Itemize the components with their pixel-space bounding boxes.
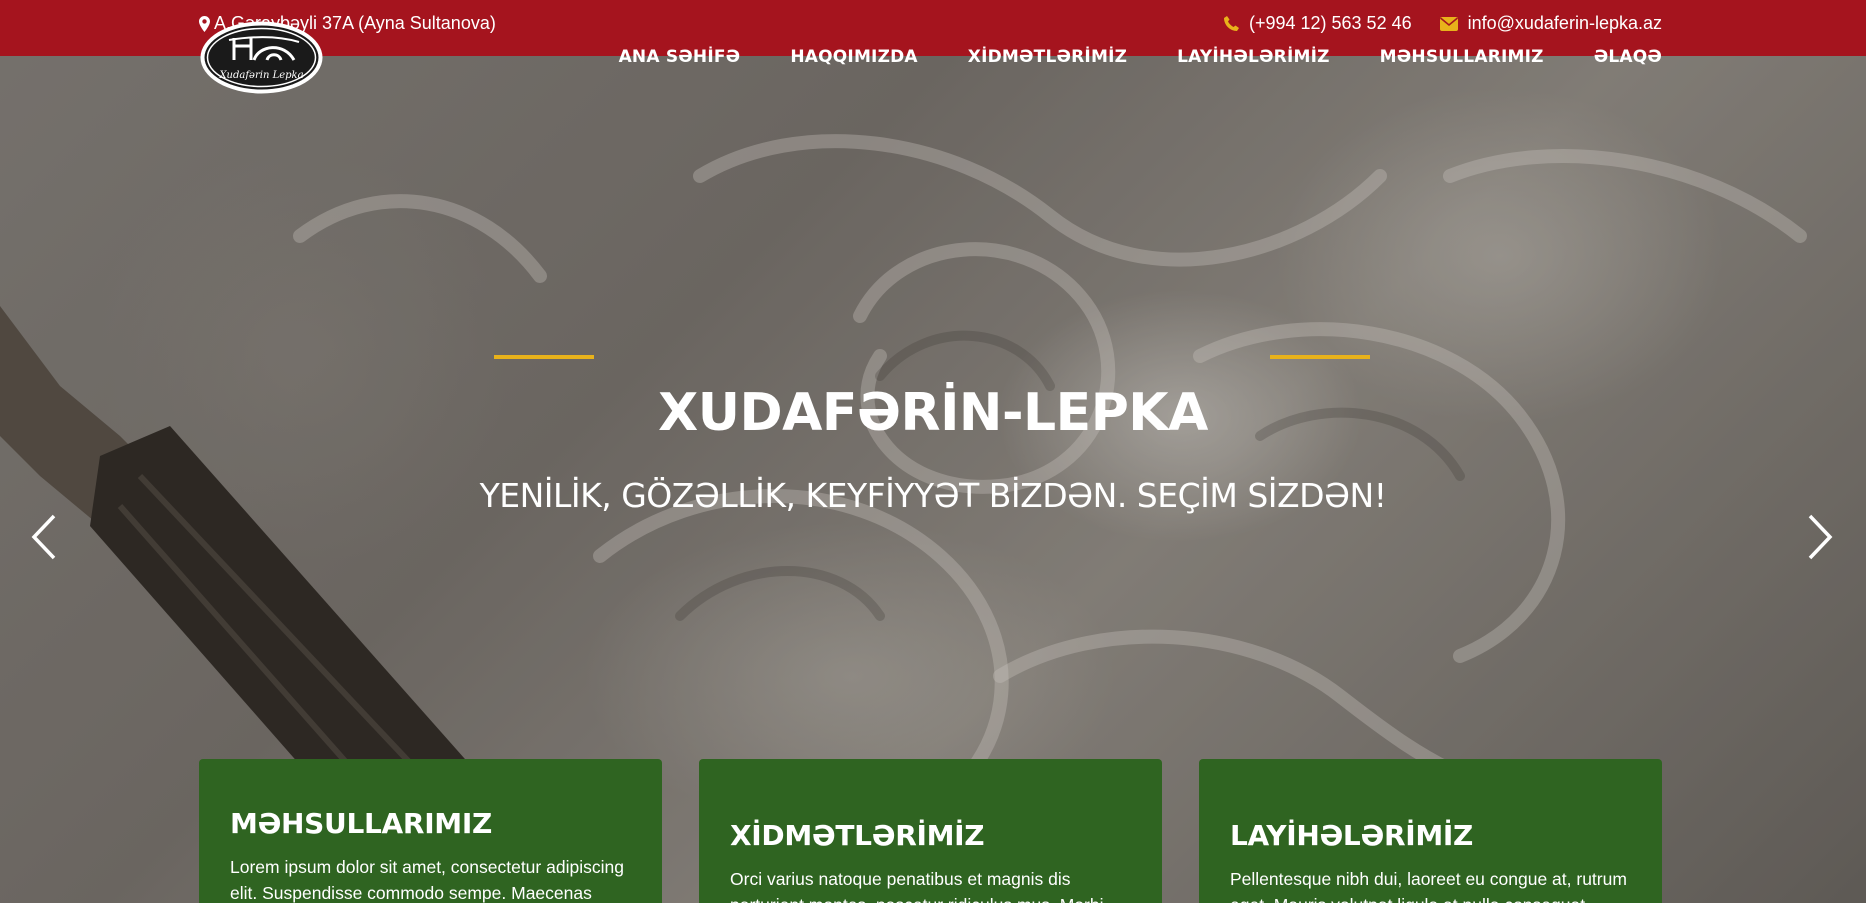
nav-item-services[interactable]: XİDMƏTLƏRİMİZ <box>968 47 1127 67</box>
hero-subtitle: YENİLİK, GÖZƏLLİK, KEYFİYYƏT BİZDƏN. SEÇ… <box>479 476 1387 515</box>
envelope-icon <box>1439 16 1458 31</box>
slider-next-button[interactable] <box>1800 512 1840 562</box>
main-nav: ANA SƏHİFƏ HAQQIMIZDA XİDMƏTLƏRİMİZ LAYİ… <box>619 47 1662 67</box>
nav-item-about[interactable]: HAQQIMIZDA <box>790 47 917 67</box>
chevron-left-icon <box>31 514 56 560</box>
phone-link[interactable]: (+994 12) 563 52 46 <box>1223 13 1412 34</box>
card-text: Orci varius natoque penatibus et magnis … <box>730 869 1103 903</box>
card-services[interactable]: XİDMƏTLƏRİMİZ Orci varius natoque penati… <box>699 759 1162 903</box>
nav-item-contact[interactable]: ƏLAQƏ <box>1594 47 1662 67</box>
nav-item-products[interactable]: MƏHSULLARIMIZ <box>1380 47 1544 67</box>
card-title: XİDMƏTLƏRİMİZ <box>730 819 985 852</box>
chevron-right-icon <box>1808 514 1833 560</box>
site-logo[interactable]: Xudafərin Lepka <box>199 20 324 95</box>
nav-item-projects[interactable]: LAYİHƏLƏRİMİZ <box>1177 47 1330 67</box>
card-title: MƏHSULLARIMIZ <box>230 807 492 840</box>
logo-text: Xudafərin Lepka <box>218 70 303 81</box>
slider-prev-button[interactable] <box>24 512 64 562</box>
phone-text: (+994 12) 563 52 46 <box>1248 13 1412 33</box>
hero-title: XUDAFƏRİN-LEPKA <box>658 383 1208 443</box>
email-text: info@xudaferin-lepka.az <box>1467 13 1662 33</box>
card-title: LAYİHƏLƏRİMİZ <box>1230 819 1474 852</box>
title-decor-line-left <box>494 355 594 359</box>
card-projects[interactable]: LAYİHƏLƏRİMİZ Pellentesque nibh dui, lao… <box>1199 759 1662 903</box>
nav-item-home[interactable]: ANA SƏHİFƏ <box>619 47 741 67</box>
phone-icon <box>1223 16 1239 31</box>
card-text: Lorem ipsum dolor sit amet, consectetur … <box>230 857 624 903</box>
card-products[interactable]: MƏHSULLARIMIZ Lorem ipsum dolor sit amet… <box>199 759 662 903</box>
card-text: Pellentesque nibh dui, laoreet eu congue… <box>1230 869 1627 903</box>
title-decor-line-right <box>1270 355 1370 359</box>
email-link[interactable]: info@xudaferin-lepka.az <box>1439 13 1662 34</box>
contact-info: (+994 12) 563 52 46 info@xudaferin-lepka… <box>1223 13 1662 34</box>
